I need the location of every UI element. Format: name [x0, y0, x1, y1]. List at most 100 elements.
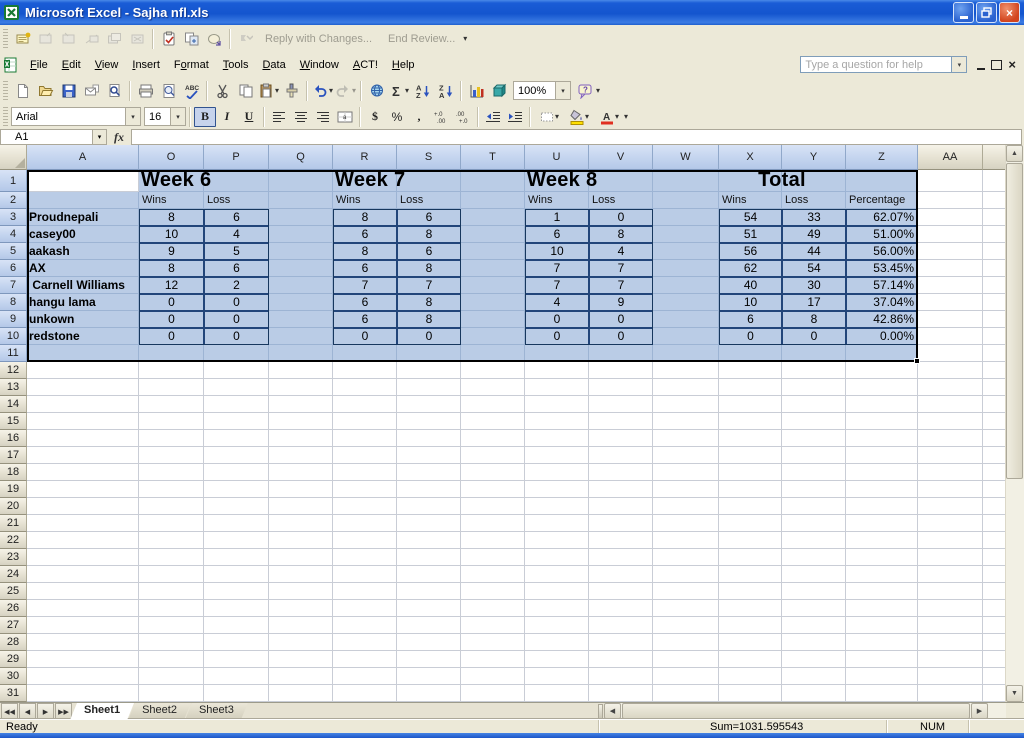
cell-R5[interactable]: 8	[333, 243, 397, 260]
cell-W19[interactable]	[653, 481, 719, 498]
cell-Z9[interactable]: 42.86%	[846, 311, 918, 328]
cell-T10[interactable]	[461, 328, 525, 345]
cell-O29[interactable]	[139, 651, 204, 668]
cell-U28[interactable]	[525, 634, 589, 651]
cell-O20[interactable]	[139, 498, 204, 515]
cell-AA27[interactable]	[918, 617, 983, 634]
cell-Z5[interactable]: 56.00%	[846, 243, 918, 260]
cell-O12[interactable]	[139, 362, 204, 379]
cell-X17[interactable]	[719, 447, 782, 464]
cell-S18[interactable]	[397, 464, 461, 481]
cell-AA28[interactable]	[918, 634, 983, 651]
row-header-15[interactable]: 15	[0, 413, 27, 430]
cell-Q27[interactable]	[269, 617, 333, 634]
cell-AB1[interactable]	[983, 170, 1006, 192]
cell-P16[interactable]	[204, 430, 269, 447]
cell-X13[interactable]	[719, 379, 782, 396]
paste-icon[interactable]: ▾	[257, 80, 280, 102]
cell-V6[interactable]: 7	[589, 260, 653, 277]
row-header-14[interactable]: 14	[0, 396, 27, 413]
cell-AB11[interactable]	[983, 345, 1006, 362]
column-header-W[interactable]: W	[653, 145, 719, 170]
font-size-dropdown-icon[interactable]: ▾	[170, 108, 185, 125]
cell-X4[interactable]: 51	[719, 226, 782, 243]
cell-Y4[interactable]: 49	[782, 226, 846, 243]
cell-W24[interactable]	[653, 566, 719, 583]
cell-Q23[interactable]	[269, 549, 333, 566]
end-review-button[interactable]: End Review...	[388, 33, 455, 45]
cell-AA26[interactable]	[918, 600, 983, 617]
question-help-dropdown-icon[interactable]: ▾	[952, 56, 967, 73]
cell-AA19[interactable]	[918, 481, 983, 498]
cell-Z7[interactable]: 57.14%	[846, 277, 918, 294]
cell-Q28[interactable]	[269, 634, 333, 651]
scroll-right-icon[interactable]: ▶	[971, 703, 988, 719]
open-folder-icon[interactable]	[34, 80, 57, 102]
cell-Y27[interactable]	[782, 617, 846, 634]
cell-A11[interactable]	[27, 345, 139, 362]
next-sheet-icon[interactable]: ▶	[37, 703, 54, 720]
cell-AA7[interactable]	[918, 277, 983, 294]
cell-S23[interactable]	[397, 549, 461, 566]
cell-P31[interactable]	[204, 685, 269, 702]
cell-T19[interactable]	[461, 481, 525, 498]
menu-item-view[interactable]: View	[88, 56, 126, 74]
workbook-minimize-button[interactable]	[977, 60, 985, 70]
cell-T1[interactable]	[461, 170, 525, 192]
cell-O9[interactable]: 0	[139, 311, 204, 328]
cell-Z22[interactable]	[846, 532, 918, 549]
cell-AA17[interactable]	[918, 447, 983, 464]
cell-O19[interactable]	[139, 481, 204, 498]
cell-X26[interactable]	[719, 600, 782, 617]
cell-Q16[interactable]	[269, 430, 333, 447]
column-header-S[interactable]: S	[397, 145, 461, 170]
cell-Q29[interactable]	[269, 651, 333, 668]
row-header-5[interactable]: 5	[0, 243, 27, 260]
cell-A13[interactable]	[27, 379, 139, 396]
cell-S17[interactable]	[397, 447, 461, 464]
cell-O3[interactable]: 8	[139, 209, 204, 226]
cell-Q26[interactable]	[269, 600, 333, 617]
cell-R1[interactable]: Week 7	[333, 170, 397, 192]
reply-with-changes-button[interactable]: Reply with Changes...	[265, 33, 372, 45]
tab-split-handle[interactable]	[598, 704, 603, 719]
cell-S31[interactable]	[397, 685, 461, 702]
cell-Q11[interactable]	[269, 345, 333, 362]
cell-S20[interactable]	[397, 498, 461, 515]
toolbar-grip[interactable]	[3, 29, 8, 49]
close-button[interactable]: ×	[999, 2, 1020, 23]
cell-V4[interactable]: 8	[589, 226, 653, 243]
cell-R4[interactable]: 6	[333, 226, 397, 243]
cell-Y12[interactable]	[782, 362, 846, 379]
cell-O7[interactable]: 12	[139, 277, 204, 294]
cell-AA15[interactable]	[918, 413, 983, 430]
cell-AB30[interactable]	[983, 668, 1006, 685]
cell-R8[interactable]: 6	[333, 294, 397, 311]
cell-AA31[interactable]	[918, 685, 983, 702]
cell-V8[interactable]: 9	[589, 294, 653, 311]
cell-T21[interactable]	[461, 515, 525, 532]
cell-Y14[interactable]	[782, 396, 846, 413]
cell-A10[interactable]: redstone	[27, 328, 139, 345]
sort-ascending-icon[interactable]: AZ	[411, 80, 434, 102]
cell-AB26[interactable]	[983, 600, 1006, 617]
cell-X9[interactable]: 6	[719, 311, 782, 328]
cell-AB14[interactable]	[983, 396, 1006, 413]
cell-A7[interactable]: Carnell Williams	[27, 277, 139, 294]
cell-O28[interactable]	[139, 634, 204, 651]
cell-R18[interactable]	[333, 464, 397, 481]
cell-S19[interactable]	[397, 481, 461, 498]
cell-W17[interactable]	[653, 447, 719, 464]
cell-Q10[interactable]	[269, 328, 333, 345]
cell-O13[interactable]	[139, 379, 204, 396]
cell-T14[interactable]	[461, 396, 525, 413]
cell-S1[interactable]	[397, 170, 461, 192]
cell-P19[interactable]	[204, 481, 269, 498]
cell-P2[interactable]: Loss	[204, 192, 269, 209]
cell-X21[interactable]	[719, 515, 782, 532]
cell-V30[interactable]	[589, 668, 653, 685]
cell-Z21[interactable]	[846, 515, 918, 532]
cell-Q25[interactable]	[269, 583, 333, 600]
cell-P30[interactable]	[204, 668, 269, 685]
toolbar-grip[interactable]	[3, 81, 8, 101]
